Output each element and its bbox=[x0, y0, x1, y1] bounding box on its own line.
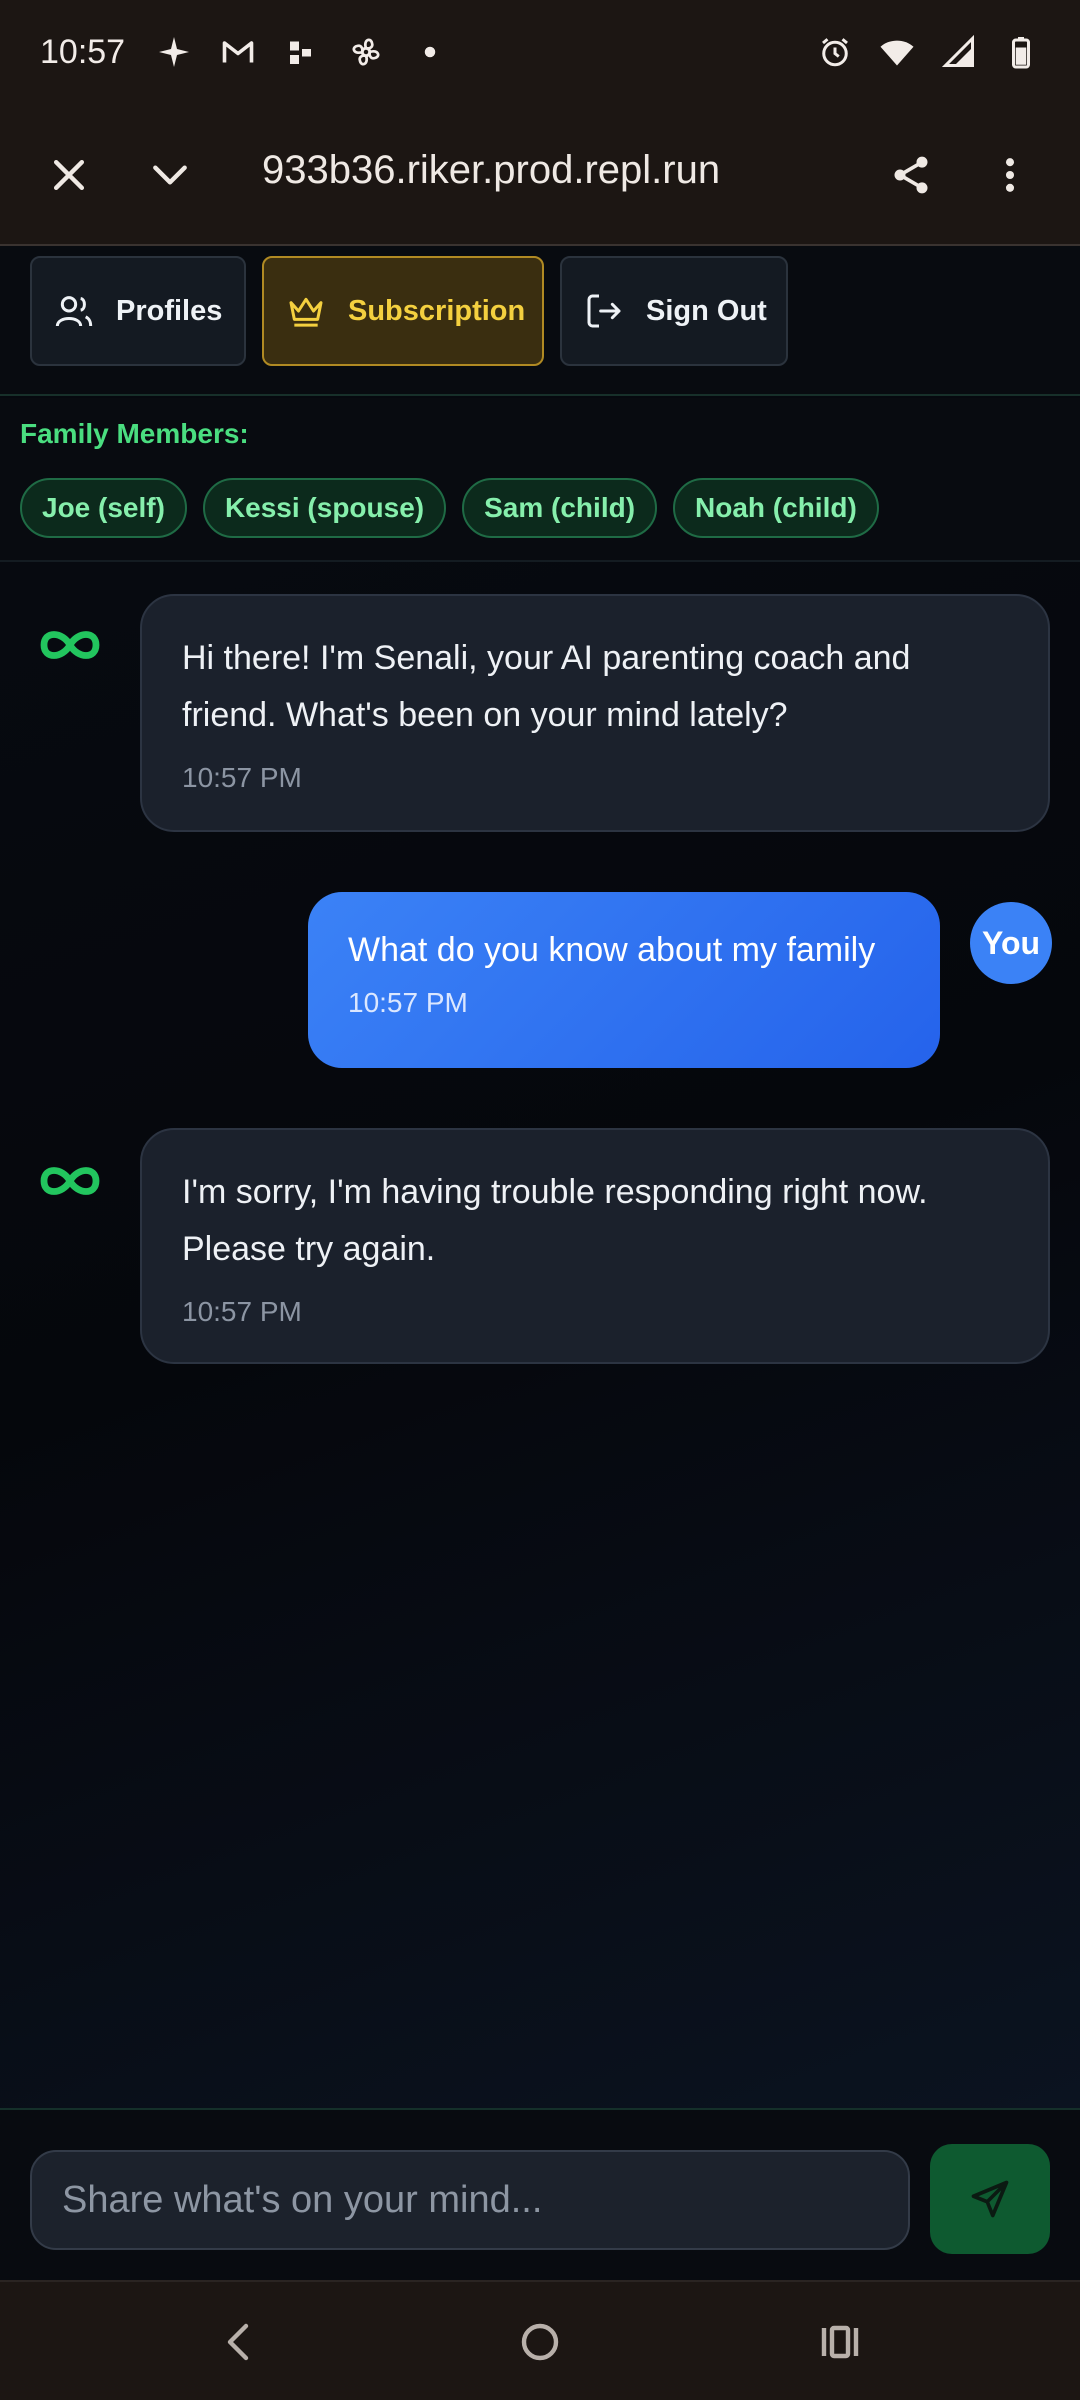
message-input[interactable] bbox=[30, 2150, 910, 2250]
profiles-label: Profiles bbox=[116, 294, 223, 327]
family-members-section: Family Members: Joe (self) Kessi (spouse… bbox=[0, 398, 1080, 562]
bot-message: Hi there! I'm Senali, your AI parenting … bbox=[140, 594, 1050, 832]
send-button[interactable] bbox=[930, 2144, 1050, 2254]
message-time: 10:57 PM bbox=[348, 987, 468, 1018]
subscription-button[interactable]: Subscription bbox=[262, 256, 544, 366]
status-bar: 10:57 bbox=[0, 0, 1080, 104]
profiles-button[interactable]: Profiles bbox=[30, 256, 246, 366]
family-chip-sam[interactable]: Sam (child) bbox=[462, 478, 658, 538]
sign-out-button[interactable]: Sign Out bbox=[560, 256, 788, 366]
family-members-label: Family Members: bbox=[20, 418, 249, 449]
signal-icon bbox=[940, 33, 978, 71]
message-time: 10:57 PM bbox=[182, 1296, 302, 1327]
sign-out-label: Sign Out bbox=[646, 294, 767, 327]
message-text: What do you know about my family bbox=[348, 931, 876, 969]
fan-icon bbox=[347, 33, 385, 71]
bot-message: I'm sorry, I'm having trouble responding… bbox=[140, 1128, 1050, 1364]
family-chip-kessi[interactable]: Kessi (spouse) bbox=[202, 478, 447, 538]
wifi-icon bbox=[878, 33, 916, 71]
user-message: What do you know about my family 10:57 P… bbox=[308, 892, 940, 1068]
gmail-icon bbox=[219, 33, 257, 71]
alarm-icon bbox=[816, 33, 854, 71]
battery-icon bbox=[1002, 33, 1040, 71]
infinity-icon bbox=[34, 620, 106, 670]
send-icon bbox=[971, 2180, 1009, 2218]
url-bar[interactable]: 933b36.riker.prod.repl.run bbox=[262, 148, 732, 193]
chevron-down-icon[interactable] bbox=[135, 140, 205, 210]
message-text: I'm sorry, I'm having trouble responding… bbox=[182, 1173, 928, 1268]
browser-toolbar: 933b36.riker.prod.repl.run bbox=[0, 104, 1080, 246]
sparkle-icon bbox=[155, 33, 193, 71]
chat-area[interactable]: Hi there! I'm Senali, your AI parenting … bbox=[0, 562, 1080, 2108]
user-avatar: You bbox=[970, 902, 1052, 984]
users-icon bbox=[55, 296, 93, 327]
recents-icon[interactable] bbox=[810, 2312, 870, 2372]
back-icon[interactable] bbox=[210, 2312, 270, 2372]
message-composer bbox=[0, 2108, 1080, 2280]
status-time: 10:57 bbox=[40, 32, 126, 71]
infinity-icon bbox=[34, 1156, 106, 1206]
family-chip-noah[interactable]: Noah (child) bbox=[673, 478, 879, 538]
close-icon[interactable] bbox=[34, 140, 104, 210]
share-icon[interactable] bbox=[876, 140, 946, 210]
subscription-label: Subscription bbox=[348, 294, 526, 327]
system-nav-bar bbox=[0, 2280, 1080, 2400]
logout-icon bbox=[587, 294, 621, 328]
dot-icon bbox=[411, 33, 449, 71]
more-vert-icon[interactable] bbox=[975, 140, 1045, 210]
message-text: Hi there! I'm Senali, your AI parenting … bbox=[182, 639, 911, 734]
home-icon[interactable] bbox=[510, 2312, 570, 2372]
app-nav: Profiles Subscription Sign Out bbox=[0, 246, 1080, 396]
crown-icon bbox=[289, 297, 323, 327]
dots-icon bbox=[283, 33, 321, 71]
message-time: 10:57 PM bbox=[182, 762, 302, 793]
family-chip-joe[interactable]: Joe (self) bbox=[20, 478, 187, 538]
